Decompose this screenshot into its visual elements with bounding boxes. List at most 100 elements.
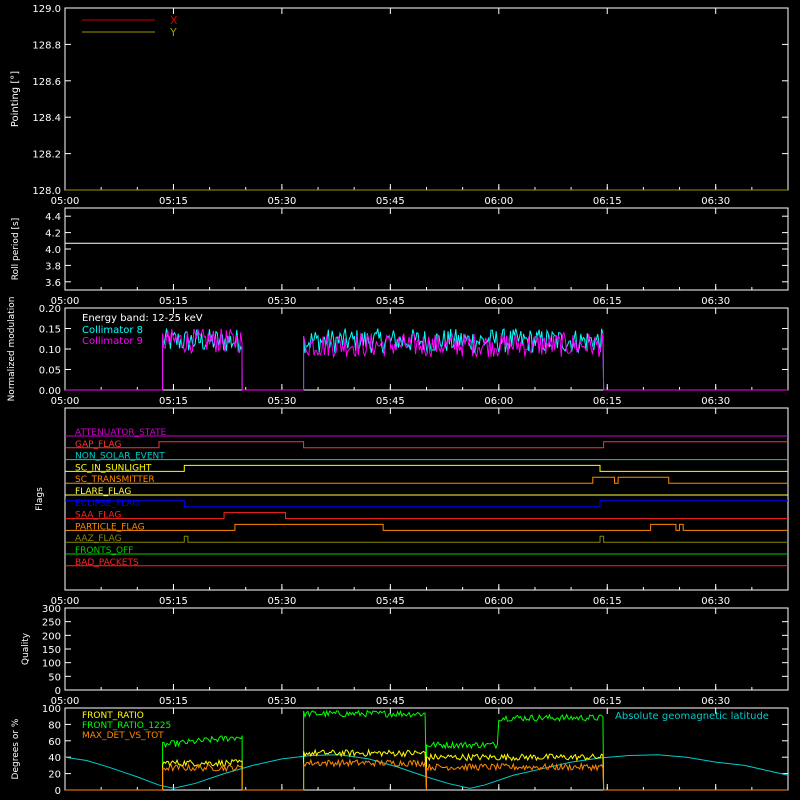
- flag-label: FRONTS_OFF: [75, 546, 133, 556]
- y-tick-label: 60: [48, 737, 61, 748]
- x-tick-label: 06:00: [484, 196, 513, 207]
- y-tick-label: 40: [48, 753, 61, 764]
- x-tick-label: 06:00: [484, 596, 513, 607]
- x-tick-label: 06:15: [593, 596, 622, 607]
- x-tick-label: 06:15: [593, 396, 622, 407]
- x-tick-label: 06:00: [484, 396, 513, 407]
- flag-line: [65, 535, 788, 543]
- energy-band-label: Energy band: 12-25 keV: [82, 313, 203, 324]
- y-axis-label: Quality: [21, 632, 31, 665]
- flag-line: [65, 464, 788, 472]
- panel-frame: [64, 407, 789, 591]
- y-tick-label: 128.4: [32, 113, 61, 124]
- x-tick-label: 05:30: [267, 296, 296, 307]
- y-tick-label: 100: [42, 659, 61, 670]
- text-layer: 05:00 05:15 05:30 05:45 06:00 06:15 06:30 05:00…: [7, 4, 769, 797]
- legend-label: Y: [169, 26, 177, 39]
- x-tick-label: 05:30: [267, 596, 296, 607]
- x-tick-label: 05:15: [159, 296, 188, 307]
- flag-label: AAZ_FLAG: [75, 534, 122, 544]
- x-tick-label: 05:45: [376, 596, 405, 607]
- x-tick-label: 05:15: [159, 196, 188, 207]
- x-tick-label: 05:15: [159, 596, 188, 607]
- flag-label: FLARE_FLAG: [75, 487, 131, 497]
- y-tick-label: 129.0: [32, 4, 61, 15]
- y-tick-label: 128.0: [32, 186, 61, 197]
- y-tick-label: 200: [42, 631, 61, 642]
- x-tick-label: 06:30: [701, 396, 730, 407]
- x-tick-label: 06:30: [701, 696, 730, 707]
- y-tick-label: 128.6: [32, 77, 61, 88]
- y-tick-label: 250: [42, 618, 61, 629]
- y-axis-label: Normalized modulation: [7, 297, 17, 402]
- y-tick-label: 0.05: [39, 366, 61, 377]
- flag-label: BAD_PACKETS: [75, 558, 139, 568]
- y-tick-label: 4.0: [45, 245, 61, 256]
- figure: 05:00 05:15 05:30 05:45 06:00 06:15 06:30 05:00…: [7, 4, 789, 797]
- y-tick-label: 20: [48, 770, 61, 781]
- y-axis-label: Degrees or %: [11, 718, 21, 779]
- x-tick-label: 06:30: [701, 596, 730, 607]
- y-tick-label: 0.15: [39, 325, 61, 336]
- x-tick-label: 05:30: [267, 696, 296, 707]
- y-tick-label: 0: [55, 686, 61, 697]
- y-axis-label: Flags: [35, 487, 45, 511]
- y-tick-label: 3.6: [45, 278, 61, 289]
- x-tick-label: 05:00: [51, 396, 80, 407]
- x-tick-label: 05:45: [376, 696, 405, 707]
- flag-label: GAP_FLAG: [75, 440, 121, 450]
- x-tick-label: 06:30: [701, 196, 730, 207]
- legend-label: FRONT_RATIO: [82, 711, 144, 721]
- legend-label: Collimator 8: [82, 325, 143, 336]
- panel-frame: [64, 207, 789, 291]
- x-tick-label: 05:30: [267, 396, 296, 407]
- x-tick-label: 06:30: [701, 296, 730, 307]
- y-tick-label: 0: [55, 786, 61, 797]
- flag-line: [65, 476, 788, 484]
- x-tick-label: 05:45: [376, 396, 405, 407]
- flag-label: NON_SOLAR_EVENT: [75, 452, 165, 462]
- collimator-9-line: [65, 328, 788, 391]
- legend-label: FRONT_RATIO_1225: [82, 721, 171, 731]
- flag-label: SC_TRANSMITTER: [75, 475, 155, 485]
- y-tick-label: 80: [48, 720, 61, 731]
- flag-line: [65, 523, 788, 531]
- y-tick-label: 128.8: [32, 40, 61, 51]
- x-tick-label: 06:15: [593, 696, 622, 707]
- y-tick-label: 4.4: [45, 212, 61, 223]
- x-tick-label: 06:15: [593, 296, 622, 307]
- y-tick-label: 128.2: [32, 150, 61, 161]
- y-tick-label: 150: [42, 645, 61, 656]
- x-tick-label: 05:45: [376, 296, 405, 307]
- flag-line: [65, 512, 788, 520]
- flag-line: [65, 441, 788, 449]
- flag-line: [65, 500, 788, 508]
- legend-label: MAX_DET_VS_TOT: [82, 731, 164, 741]
- y-tick-label: 0.10: [39, 345, 61, 356]
- x-tick-label: 05:45: [376, 196, 405, 207]
- x-tick-label: 05:15: [159, 396, 188, 407]
- y-tick-label: 100: [42, 704, 61, 715]
- flag-label: ATTENUATOR_STATE: [75, 428, 167, 438]
- x-tick-label: 05:30: [267, 196, 296, 207]
- x-tick-label: 06:15: [593, 196, 622, 207]
- x-tick-label: 05:15: [159, 696, 188, 707]
- right-axis-label: Absolute geomagnetic latitude: [615, 711, 769, 722]
- x-tick-label: 05:00: [51, 196, 80, 207]
- flag-label: SC_IN_SUNLIGHT: [75, 463, 152, 473]
- flag-label: ECLIPSE_FLAG: [75, 499, 139, 509]
- y-tick-label: 3.8: [45, 261, 61, 272]
- x-tick-label: 06:00: [484, 296, 513, 307]
- y-tick-label: 4.2: [45, 229, 61, 240]
- flag-label: SAA_FLAG: [75, 511, 121, 521]
- panel-frame: [64, 607, 789, 691]
- legend-label: Collimator 9: [82, 336, 143, 347]
- flag-label: PARTICLE_FLAG: [75, 522, 145, 532]
- y-axis-label: Roll period [s]: [11, 218, 21, 280]
- y-tick-label: 50: [48, 672, 61, 683]
- y-tick-label: 300: [42, 604, 61, 615]
- x-tick-label: 06:00: [484, 696, 513, 707]
- y-tick-label: 0.00: [39, 386, 61, 397]
- y-axis-label: Pointing [°]: [10, 71, 21, 127]
- y-tick-label: 0.20: [39, 304, 61, 315]
